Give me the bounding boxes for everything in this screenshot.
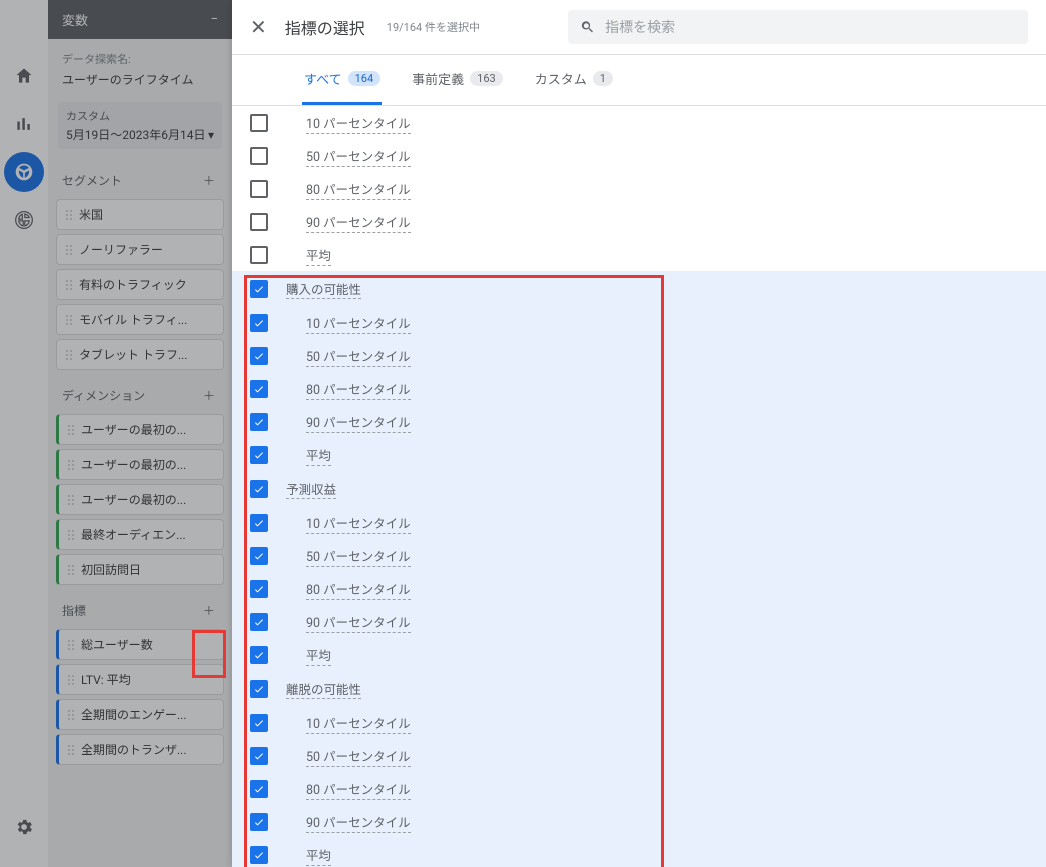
tab-label: 事前定義: [412, 69, 464, 88]
metric-label: 50 パーセンタイル: [306, 150, 411, 167]
metric-row[interactable]: 50 パーセンタイル: [232, 739, 1046, 772]
metric-label: 80 パーセンタイル: [306, 183, 411, 200]
metric-row[interactable]: 90 パーセンタイル: [232, 205, 1046, 238]
checkbox[interactable]: [250, 147, 268, 165]
checkbox[interactable]: [250, 380, 268, 398]
checkbox[interactable]: [250, 314, 268, 332]
metric-label: 90 パーセンタイル: [306, 416, 411, 433]
tab-label: カスタム: [535, 69, 587, 88]
metric-label: 10 パーセンタイル: [306, 117, 411, 134]
checkbox[interactable]: [250, 846, 268, 864]
metric-group-name: 離脱の可能性: [286, 679, 361, 699]
metric-row[interactable]: 10 パーセンタイル: [232, 506, 1046, 539]
metric-group-header[interactable]: 離脱の可能性: [232, 672, 1046, 706]
metric-label: 平均: [306, 649, 331, 666]
metric-label: 80 パーセンタイル: [306, 783, 411, 800]
checkbox[interactable]: [250, 347, 268, 365]
metric-label: 50 パーセンタイル: [306, 550, 411, 567]
tab-count-badge: 163: [470, 71, 503, 86]
checkbox[interactable]: [250, 280, 268, 298]
checkbox[interactable]: [250, 114, 268, 132]
metric-row[interactable]: 平均: [232, 838, 1046, 867]
checkbox[interactable]: [250, 580, 268, 598]
metric-row[interactable]: 80 パーセンタイル: [232, 572, 1046, 605]
checkbox[interactable]: [250, 680, 268, 698]
metric-row[interactable]: 80 パーセンタイル: [232, 372, 1046, 405]
tab-count-badge: 1: [593, 71, 613, 86]
metric-label: 平均: [306, 249, 331, 266]
checkbox[interactable]: [250, 780, 268, 798]
metric-label: 80 パーセンタイル: [306, 583, 411, 600]
metric-row[interactable]: 平均: [232, 438, 1046, 471]
metric-label: 90 パーセンタイル: [306, 816, 411, 833]
search-field[interactable]: [568, 10, 1028, 44]
tab-count-badge: 164: [348, 71, 381, 86]
metric-label: 平均: [306, 449, 331, 466]
checkbox[interactable]: [250, 813, 268, 831]
metric-row[interactable]: 90 パーセンタイル: [232, 605, 1046, 638]
metric-label: 10 パーセンタイル: [306, 517, 411, 534]
panel-title: 指標の選択: [285, 15, 365, 39]
metric-row[interactable]: 50 パーセンタイル: [232, 539, 1046, 572]
metric-row[interactable]: 10 パーセンタイル: [232, 706, 1046, 739]
metric-row[interactable]: 50 パーセンタイル: [232, 339, 1046, 372]
tab-label: すべて: [304, 69, 342, 88]
search-input[interactable]: [603, 18, 1016, 36]
checkbox[interactable]: [250, 213, 268, 231]
metric-row[interactable]: 50 パーセンタイル: [232, 139, 1046, 172]
metric-picker-panel: ✕ 指標の選択 19/164 件を選択中 すべて164事前定義163カスタム1 …: [232, 0, 1046, 867]
checkbox[interactable]: [250, 480, 268, 498]
checkbox[interactable]: [250, 547, 268, 565]
tab-事前定義[interactable]: 事前定義 163: [410, 55, 505, 105]
metric-group-header[interactable]: 購入の可能性: [232, 272, 1046, 306]
metric-label: 10 パーセンタイル: [306, 317, 411, 334]
metric-row[interactable]: 90 パーセンタイル: [232, 805, 1046, 838]
metric-label: 50 パーセンタイル: [306, 750, 411, 767]
metric-row[interactable]: 90 パーセンタイル: [232, 405, 1046, 438]
tab-すべて[interactable]: すべて 164: [302, 55, 382, 105]
metric-group-name: 予測収益: [286, 479, 336, 499]
panel-subtitle: 19/164 件を選択中: [387, 19, 480, 35]
checkbox[interactable]: [250, 747, 268, 765]
checkbox[interactable]: [250, 446, 268, 464]
search-icon: [580, 19, 595, 35]
checkbox[interactable]: [250, 246, 268, 264]
checkbox[interactable]: [250, 646, 268, 664]
metric-group-name: 購入の可能性: [286, 279, 361, 299]
metric-row[interactable]: 平均: [232, 638, 1046, 671]
metric-row[interactable]: 10 パーセンタイル: [232, 106, 1046, 139]
metric-label: 80 パーセンタイル: [306, 383, 411, 400]
close-icon[interactable]: ✕: [250, 15, 267, 39]
metric-label: 10 パーセンタイル: [306, 717, 411, 734]
checkbox[interactable]: [250, 714, 268, 732]
metric-group-header[interactable]: 予測収益: [232, 472, 1046, 506]
metric-row[interactable]: 80 パーセンタイル: [232, 772, 1046, 805]
checkbox[interactable]: [250, 180, 268, 198]
checkbox[interactable]: [250, 413, 268, 431]
metric-label: 50 パーセンタイル: [306, 350, 411, 367]
tab-カスタム[interactable]: カスタム 1: [533, 55, 615, 105]
metric-label: 平均: [306, 849, 331, 866]
metric-row[interactable]: 10 パーセンタイル: [232, 306, 1046, 339]
metric-row[interactable]: 80 パーセンタイル: [232, 172, 1046, 205]
metric-label: 90 パーセンタイル: [306, 616, 411, 633]
metric-label: 90 パーセンタイル: [306, 216, 411, 233]
checkbox[interactable]: [250, 613, 268, 631]
metric-row[interactable]: 平均: [232, 238, 1046, 271]
checkbox[interactable]: [250, 514, 268, 532]
